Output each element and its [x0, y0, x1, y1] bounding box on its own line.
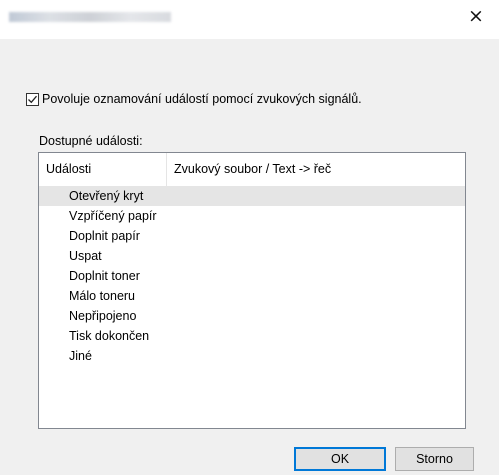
list-item[interactable]: Málo toneru: [39, 286, 465, 306]
list-item[interactable]: Uspat: [39, 246, 465, 266]
enable-sound-notification-option[interactable]: Povoluje oznamování událostí pomocí zvuk…: [26, 91, 362, 107]
cancel-button[interactable]: Storno: [395, 447, 474, 471]
events-list[interactable]: Události Zvukový soubor / Text -> řeč Ot…: [38, 152, 466, 429]
list-item[interactable]: Nepřipojeno: [39, 306, 465, 326]
list-item[interactable]: Jiné: [39, 346, 465, 366]
window-title-blurred: [9, 12, 171, 22]
ok-button[interactable]: OK: [294, 447, 386, 471]
list-header: Události Zvukový soubor / Text -> řeč: [39, 153, 465, 186]
list-item[interactable]: Doplnit toner: [39, 266, 465, 286]
list-body: Otevřený kryt Vzpříčený papír Doplnit pa…: [39, 186, 465, 366]
close-button[interactable]: ×: [453, 0, 499, 32]
checkmark-icon: [28, 95, 37, 103]
list-item[interactable]: Otevřený kryt: [39, 186, 465, 206]
list-item[interactable]: Tisk dokončen: [39, 326, 465, 346]
enable-sound-label[interactable]: Povoluje oznamování událostí pomocí zvuk…: [42, 92, 362, 106]
title-bar: ×: [0, 0, 499, 39]
close-icon: ×: [468, 5, 484, 27]
enable-sound-checkbox[interactable]: [26, 92, 39, 106]
column-header-sound-file[interactable]: Zvukový soubor / Text -> řeč: [167, 153, 465, 186]
column-header-events[interactable]: Události: [39, 153, 167, 186]
available-events-label: Dostupné události:: [39, 134, 143, 148]
list-item[interactable]: Doplnit papír: [39, 226, 465, 246]
list-item[interactable]: Vzpříčený papír: [39, 206, 465, 226]
